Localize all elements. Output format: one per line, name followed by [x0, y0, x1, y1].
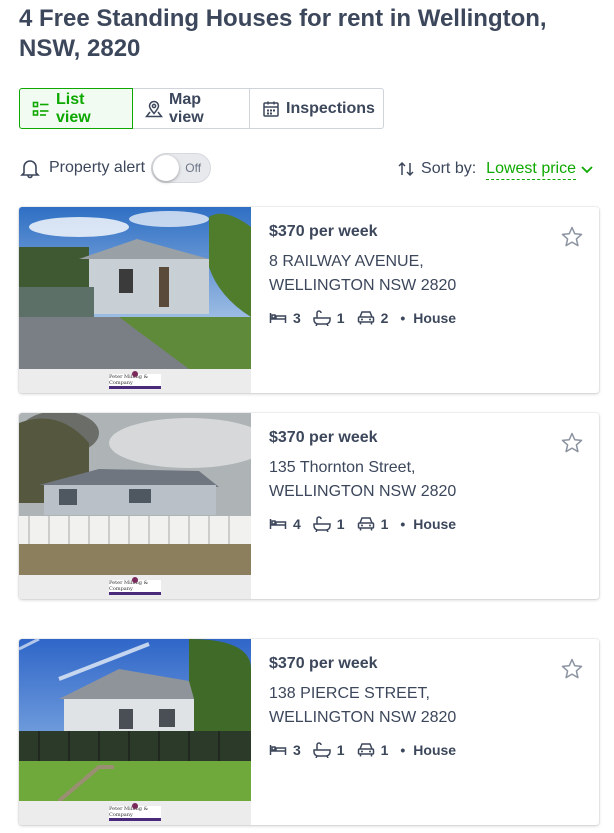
listing-photo[interactable]: [19, 413, 251, 575]
tab-inspections-label: Inspections: [286, 99, 375, 117]
listing-info: $370 per week 8 RAILWAY AVENUE, WELLINGT…: [269, 207, 599, 393]
listing-photo[interactable]: [19, 207, 251, 369]
sort-dropdown[interactable]: Lowest price: [486, 159, 576, 180]
car-icon: [357, 311, 374, 325]
listing-address-line2[interactable]: WELLINGTON NSW 2820: [269, 483, 456, 501]
baths-count: 1: [336, 742, 345, 758]
agency-strip: Peter Milling & Company: [19, 575, 251, 599]
sort-control: Sort by: Lowest price: [397, 157, 594, 181]
agency-strip: Peter Milling & Company: [19, 801, 251, 825]
tab-list-view-label: List view: [56, 90, 91, 126]
map-pin-icon: [145, 100, 163, 118]
agency-logo: Peter Milling & Company: [109, 802, 161, 821]
listing-photo[interactable]: [19, 639, 251, 801]
sort-arrows-icon: [398, 161, 414, 177]
listing-address-line2[interactable]: WELLINGTON NSW 2820: [269, 277, 456, 295]
property-alert-toggle[interactable]: Off: [151, 153, 212, 183]
property-type: House: [413, 742, 457, 758]
calendar-icon: [262, 100, 280, 118]
listing-features: 3 1 2 • House: [269, 309, 456, 327]
property-alert-label: Property alert: [49, 159, 146, 176]
list-icon: [32, 100, 50, 118]
beds-count: 4: [293, 516, 301, 532]
beds-count: 3: [293, 310, 301, 326]
car-icon: [357, 743, 374, 757]
bath-icon: [313, 310, 331, 326]
bath-icon: [313, 742, 331, 758]
listing-features: 4 1 1 • House: [269, 515, 456, 533]
bed-icon: [269, 745, 287, 755]
view-tabs: List view Map view Inspections: [19, 88, 384, 129]
listing-card[interactable]: Peter Milling & Company $370 per week 13…: [19, 413, 599, 599]
chevron-down-icon[interactable]: [580, 162, 594, 176]
tab-list-view[interactable]: List view: [19, 88, 133, 129]
listing-address-line2[interactable]: WELLINGTON NSW 2820: [269, 709, 456, 727]
bath-icon: [313, 516, 331, 532]
listing-card[interactable]: Peter Milling & Company $370 per week 8 …: [19, 207, 599, 393]
listing-info: $370 per week 135 Thornton Street, WELLI…: [269, 413, 599, 599]
toggle-knob: [153, 155, 180, 181]
baths-count: 1: [336, 310, 345, 326]
parking-count: 1: [380, 516, 389, 532]
sort-label: Sort by:: [421, 160, 477, 177]
parking-count: 2: [380, 310, 389, 326]
bed-icon: [269, 313, 287, 323]
property-type: House: [413, 310, 457, 326]
toggle-state-label: Off: [185, 161, 202, 175]
agency-logo: Peter Milling & Company: [109, 370, 161, 389]
tab-map-view-label: Map view: [169, 90, 204, 126]
bed-icon: [269, 519, 287, 529]
star-icon[interactable]: [560, 225, 584, 249]
agency-strip: Peter Milling & Company: [19, 369, 251, 393]
star-icon[interactable]: [560, 431, 584, 455]
listing-features: 3 1 1 • House: [269, 741, 456, 759]
parking-count: 1: [380, 742, 389, 758]
property-type: House: [413, 516, 457, 532]
listing-price: $370 per week: [269, 223, 378, 240]
car-icon: [357, 517, 374, 531]
listing-price: $370 per week: [269, 429, 378, 446]
agency-logo: Peter Milling & Company: [109, 576, 161, 595]
bell-icon: [20, 160, 40, 179]
star-icon[interactable]: [560, 657, 584, 681]
listing-address-line1[interactable]: 8 RAILWAY AVENUE,: [269, 253, 424, 271]
tab-inspections[interactable]: Inspections: [249, 88, 384, 129]
listing-price: $370 per week: [269, 655, 378, 672]
listing-address-line1[interactable]: 135 Thornton Street,: [269, 459, 415, 477]
baths-count: 1: [336, 516, 345, 532]
property-alert: Property alert Off: [19, 152, 212, 184]
listing-address-line1[interactable]: 138 PIERCE STREET,: [269, 685, 430, 703]
tab-map-view[interactable]: Map view: [132, 88, 250, 129]
page-title: 4 Free Standing Houses for rent in Welli…: [19, 5, 547, 62]
listing-info: $370 per week 138 PIERCE STREET, WELLING…: [269, 639, 599, 825]
beds-count: 3: [293, 742, 301, 758]
listing-card[interactable]: Peter Milling & Company $370 per week 13…: [19, 639, 599, 825]
